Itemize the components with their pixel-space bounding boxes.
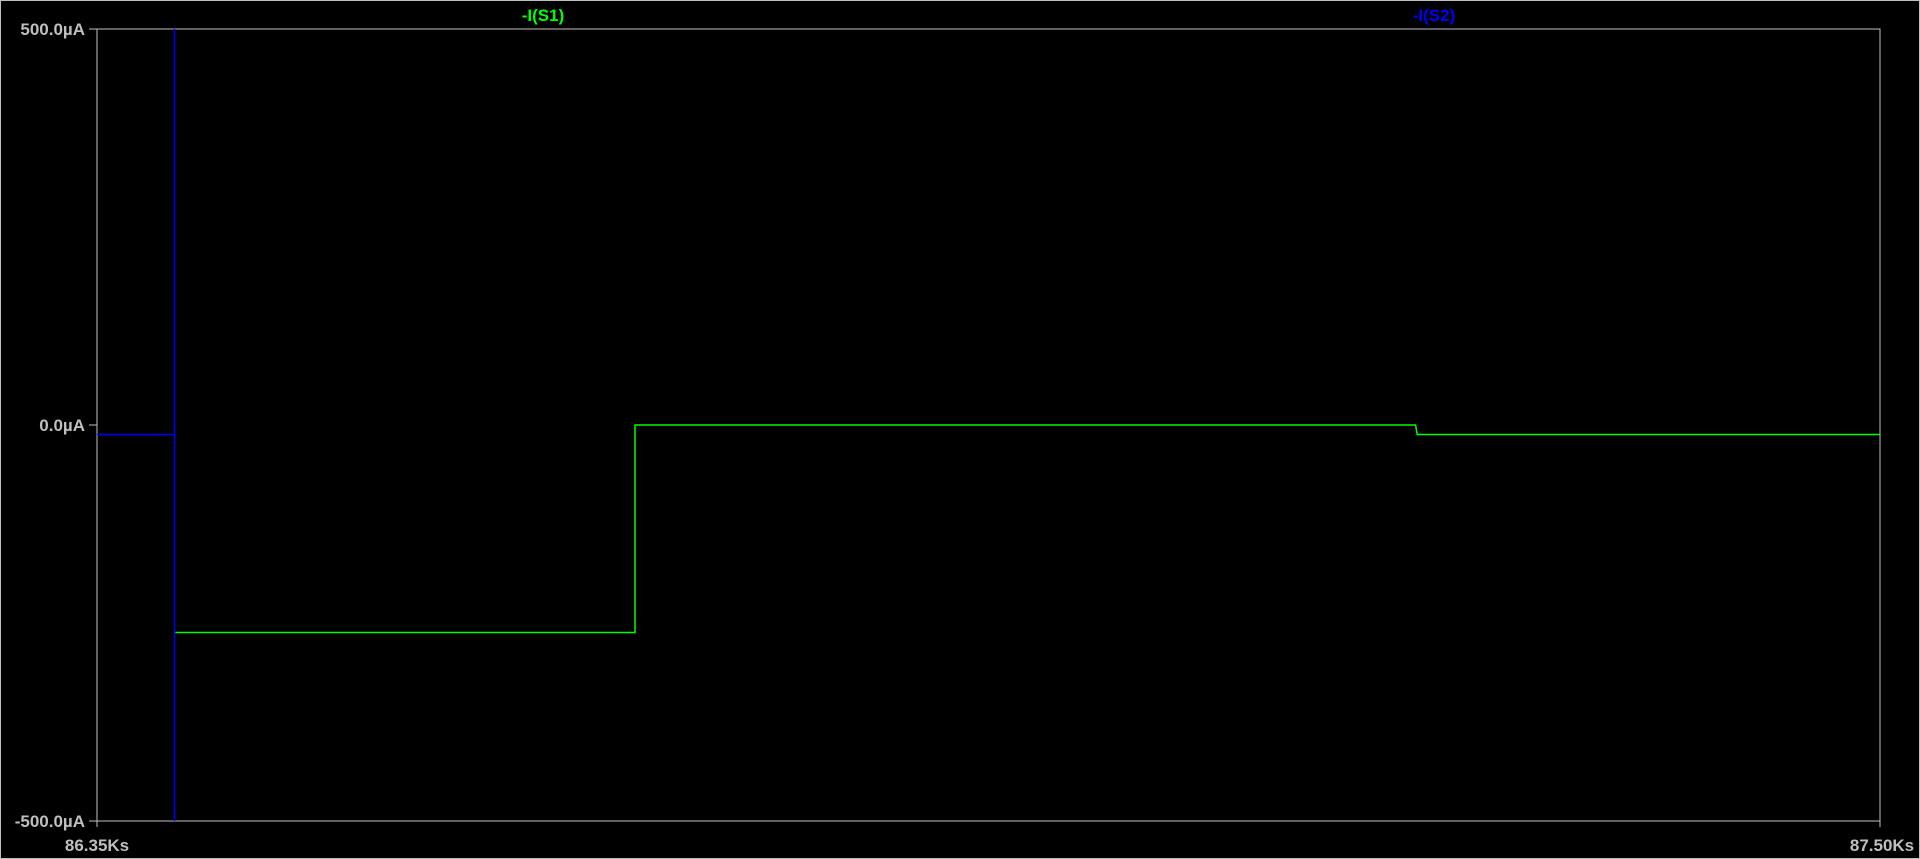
series-line-2[interactable] (97, 29, 176, 821)
y-tick-label: 0.0µA (39, 416, 85, 435)
x-tick-label: 87.50Ks (1850, 836, 1914, 855)
series-lines (97, 29, 1880, 821)
series-line-1[interactable] (175, 424, 1880, 634)
waveform-plot[interactable]: 500.0µA 0.0µA -500.0µA 86.35Ks 87.50Ks -I(S… (0, 0, 1920, 859)
legend-series-s1[interactable]: -I(S1) (522, 6, 565, 25)
y-tick-label: -500.0µA (15, 812, 85, 831)
y-tick-label: 500.0µA (20, 20, 85, 39)
legend-series-s2[interactable]: -I(S2) (1413, 6, 1456, 25)
x-axis-ticks: 86.35Ks 87.50Ks (65, 821, 1914, 855)
y-axis-ticks: 500.0µA 0.0µA -500.0µA (15, 20, 97, 831)
x-tick-label: 86.35Ks (65, 836, 129, 855)
